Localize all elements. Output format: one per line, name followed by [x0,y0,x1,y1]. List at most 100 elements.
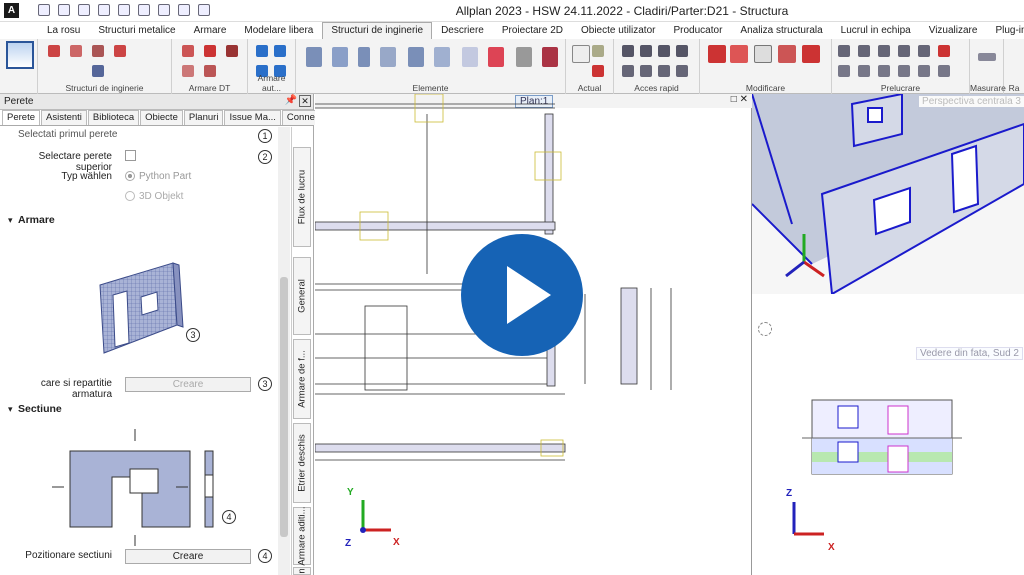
ribbon-tab-10[interactable]: Lucrul in echipa [832,22,920,39]
perspective-view[interactable]: Perspectiva centrala 3 [752,94,1024,294]
hatch-icon[interactable] [640,65,652,77]
close-icon[interactable]: ✕ [299,95,311,107]
wall-element-icon[interactable] [306,47,322,67]
wall-rebar-icon[interactable] [48,45,60,57]
scale-icon[interactable] [878,65,890,77]
ribbon-group-label: Actual [577,83,602,93]
palette-tab-3[interactable]: Obiecte [140,110,183,125]
vtab-armare-aditi[interactable]: Armare aditi... [293,506,311,566]
ribbon-tab-1[interactable]: Structuri metalice [89,22,184,39]
vtab-flux[interactable]: Flux de lucru [293,147,311,247]
vtab-etrier[interactable]: Etrier deschis [293,423,311,503]
auto-rebar-icon[interactable] [256,45,268,57]
ruler-icon[interactable] [978,53,996,61]
split-icon[interactable] [918,45,930,57]
right-views[interactable]: Perspectiva centrala 3 Vedere din fata, … [752,94,1024,575]
palette-tab-5[interactable]: Issue Ma... [224,110,281,125]
copy-icon[interactable] [754,45,772,63]
palette-tab-2[interactable]: Biblioteca [87,110,140,125]
beam-element-icon[interactable] [380,47,396,67]
clock-icon[interactable] [676,65,688,77]
brush-icon[interactable] [592,45,604,57]
fillet-icon[interactable] [918,65,930,77]
opening-element-icon[interactable] [408,47,424,67]
grid-icon[interactable] [92,65,104,77]
rebar-mesh-icon[interactable] [182,65,194,77]
angle-icon[interactable] [640,45,652,57]
vtab-une[interactable]: une [293,567,311,575]
stair-element-icon[interactable] [462,47,478,67]
ribbon-tab-9[interactable]: Analiza structurala [731,22,831,39]
ribbon-tab-2[interactable]: Armare [185,22,236,39]
trim-icon[interactable] [858,45,870,57]
move-icon[interactable] [838,65,850,77]
rebar-bend-icon[interactable] [204,45,216,57]
column-element-icon[interactable] [358,47,370,67]
slab-rebar-icon[interactable] [114,45,126,57]
delete-icon[interactable] [938,45,950,57]
join-icon[interactable] [898,45,910,57]
wall-tool-icon[interactable] [6,41,34,69]
modify-icon[interactable] [730,45,748,63]
ribbon-group-modificare: Modificare [700,39,832,94]
ribbon-tab-12[interactable]: Plug-ins [986,22,1024,39]
wall-rebar-preview [99,262,184,354]
array-icon[interactable] [898,65,910,77]
vtab-armare-f[interactable]: Armare de f... [293,339,311,419]
palette-header: Perete 📌 ✕ [0,94,313,110]
extend-icon[interactable] [878,45,890,57]
parallel-icon[interactable] [622,65,634,77]
step-1-badge: 1 [258,129,272,143]
sectiune-collapse-icon[interactable]: ▾ [8,404,13,415]
rebar-shape-icon[interactable] [182,45,194,57]
play-button[interactable] [461,234,583,356]
circle-icon[interactable] [658,65,670,77]
mirror-icon[interactable] [802,45,820,63]
palette-scrollbar[interactable] [278,127,290,575]
slab-element-icon[interactable] [332,47,348,67]
rebar-tool-icon[interactable] [226,45,238,57]
ribbon-tab-6[interactable]: Proiectare 2D [493,22,572,39]
beam-rebar-icon[interactable] [92,45,104,57]
select-upper-checkbox[interactable] [125,150,136,161]
edit-element-icon[interactable] [516,47,532,67]
vtab-general[interactable]: General [293,257,311,335]
auto-rebar-2-icon[interactable] [274,45,286,57]
rebar-place-icon[interactable] [204,65,216,77]
palette-tab-1[interactable]: Asistenti [41,110,87,125]
ribbon-tab-3[interactable]: Modelare libera [235,22,322,39]
ribbon-tab-11[interactable]: Vizualizare [920,22,987,39]
text-icon[interactable] [572,45,590,63]
vtab-label: une [296,567,308,575]
delete-pen-icon[interactable] [708,45,726,63]
measure-icon[interactable] [676,45,688,57]
ribbon-tab-4[interactable]: Structuri de inginerie [322,22,433,39]
type-3d-radio[interactable] [125,191,135,201]
chamfer-icon[interactable] [938,65,950,77]
position-create-button[interactable]: Creare [125,549,251,564]
column-rebar-icon[interactable] [70,45,82,57]
color-element-icon[interactable] [488,47,504,67]
foundation-element-icon[interactable] [434,47,450,67]
ribbon-tab-5[interactable]: Descriere [432,22,493,39]
dimension-icon[interactable] [658,45,670,57]
rebar-element-icon[interactable] [542,47,558,67]
offset-icon[interactable] [778,45,796,63]
navigation-cube-icon[interactable] [758,322,772,336]
ribbon-tab-8[interactable]: Producator [664,22,731,39]
armare-collapse-icon[interactable]: ▾ [8,215,13,226]
ribbon-group-prelucrare: Prelucrare [832,39,970,94]
palette-tab-0[interactable]: Perete [2,110,40,125]
create-rebar-button[interactable]: Creare [125,377,251,392]
vtab-label: Armare de f... [296,350,308,408]
line-icon[interactable] [622,45,634,57]
scrollbar-thumb[interactable] [280,277,288,537]
stretch-icon[interactable] [838,45,850,57]
palette-tab-4[interactable]: Planuri [183,110,224,125]
rotate-icon[interactable] [858,65,870,77]
pin-icon[interactable]: 📌 [285,95,297,106]
pen-icon[interactable] [592,65,604,77]
ribbon-tab-0[interactable]: La rosu [38,22,89,39]
ribbon-tab-7[interactable]: Obiecte utilizator [572,22,664,39]
type-python-radio[interactable] [125,171,135,181]
